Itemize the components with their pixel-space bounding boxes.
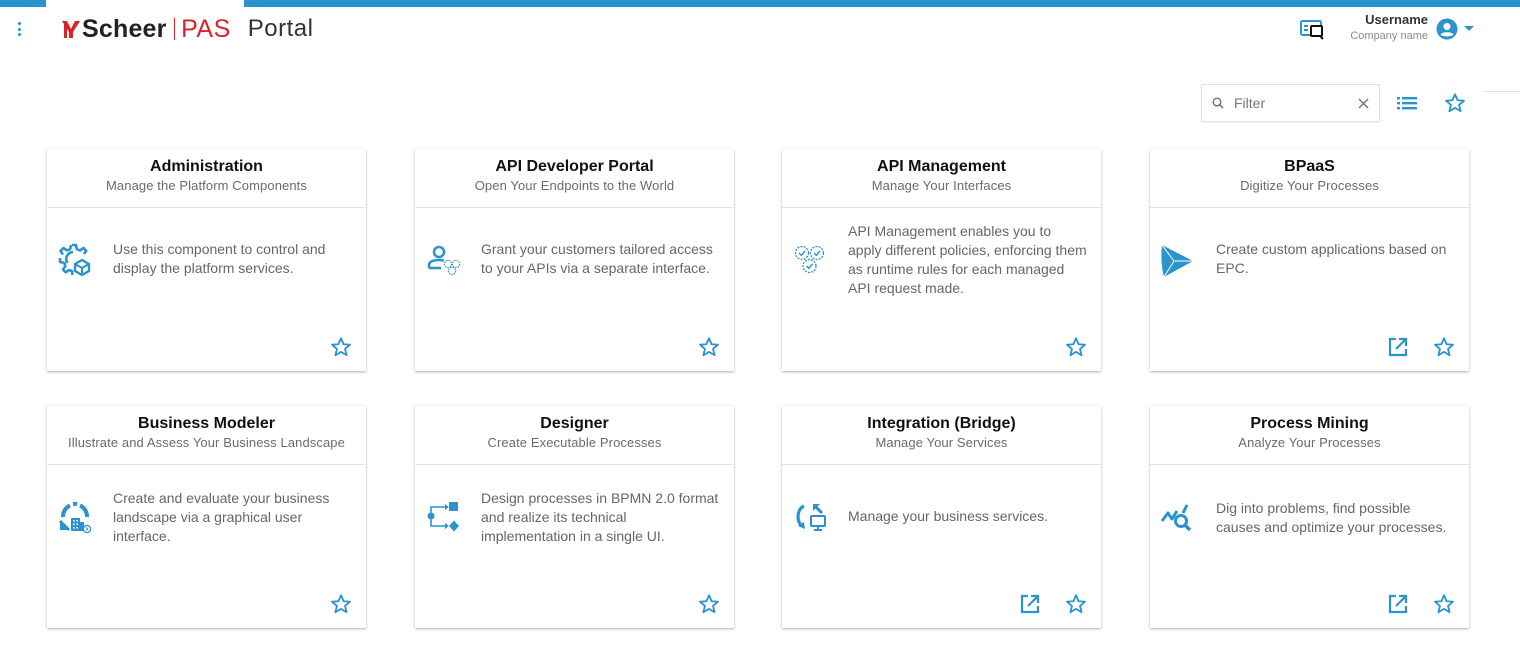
brand-logo: Scheer PAS Portal — [62, 14, 313, 44]
top-accent-bar-right — [244, 0, 1520, 7]
card-header: Process Mining Analyze Your Processes — [1150, 406, 1469, 465]
card-process-mining[interactable]: Process Mining Analyze Your Processes Di… — [1150, 406, 1469, 628]
sync-monitor-icon — [796, 504, 826, 531]
card-description: Dig into problems, find possible causes … — [1216, 500, 1447, 535]
filter-input[interactable] — [1234, 95, 1344, 111]
brand-product: PAS — [181, 14, 231, 43]
card-description: API Management enables you to apply diff… — [848, 223, 1087, 296]
card-subtitle: Manage the Platform Components — [106, 178, 307, 193]
card-title: Business Modeler — [138, 415, 275, 432]
app-title: Portal — [247, 15, 314, 42]
brand-separator — [173, 18, 176, 40]
card-subtitle: Manage Your Interfaces — [871, 178, 1012, 193]
favorite-star-icon[interactable] — [330, 336, 352, 358]
card-title: Process Mining — [1250, 415, 1369, 432]
kebab-menu-icon[interactable] — [14, 20, 24, 38]
card-subtitle: Open Your Endpoints to the World — [474, 178, 675, 193]
card-description: Use this component to control and displa… — [113, 241, 326, 276]
user-info[interactable]: Username Company name — [1340, 12, 1428, 44]
search-icon — [1212, 97, 1224, 109]
card-description: Create custom applications based on EPC. — [1216, 241, 1447, 276]
favorite-star-icon[interactable] — [1433, 593, 1455, 615]
favorite-star-icon[interactable] — [1065, 336, 1087, 358]
card-title: Administration — [150, 158, 263, 175]
card-title: Integration (Bridge) — [867, 415, 1016, 432]
card-title: API Developer Portal — [495, 158, 654, 175]
card-header: Administration Manage the Platform Compo… — [47, 149, 366, 208]
card-description: Manage your business services. — [848, 508, 1048, 524]
favorite-star-icon[interactable] — [1065, 593, 1087, 615]
card-subtitle: Digitize Your Processes — [1240, 178, 1379, 193]
card-subtitle: Illustrate and Assess Your Business Land… — [68, 435, 345, 450]
user-gears-icon — [427, 245, 461, 276]
card-business-modeler[interactable]: Business Modeler Illustrate and Assess Y… — [47, 406, 366, 628]
card-description: Grant your customers tailored access to … — [481, 241, 713, 276]
favorite-star-icon[interactable] — [698, 593, 720, 615]
card-header: Business Modeler Illustrate and Assess Y… — [47, 406, 366, 465]
favorite-star-icon[interactable] — [330, 593, 352, 615]
card-header: API Developer Portal Open Your Endpoints… — [415, 149, 734, 208]
list-view-icon[interactable] — [1396, 94, 1418, 112]
card-header: Designer Create Executable Processes — [415, 406, 734, 465]
scheer-logo-mark-icon — [62, 21, 80, 38]
top-accent-bar-left — [0, 0, 46, 7]
favorite-star-icon[interactable] — [1433, 336, 1455, 358]
card-administration[interactable]: Administration Manage the Platform Compo… — [47, 149, 366, 371]
card-header: BPaaS Digitize Your Processes — [1150, 149, 1469, 208]
account-circle-icon[interactable] — [1436, 18, 1458, 40]
star-outline-icon[interactable] — [1444, 92, 1466, 114]
user-name: Username — [1365, 12, 1428, 27]
bpaas-prism-icon — [1161, 244, 1193, 278]
toolbar-divider — [1484, 91, 1520, 92]
open-in-new-icon[interactable] — [1020, 594, 1040, 614]
card-description: Design processes in BPMN 2.0 format and … — [481, 490, 719, 544]
card-header: API Management Manage Your Interfaces — [782, 149, 1101, 208]
card-subtitle: Create Executable Processes — [487, 435, 662, 450]
card-bpaas[interactable]: BPaaS Digitize Your Processes Create cus… — [1150, 149, 1469, 371]
favorite-star-icon[interactable] — [698, 336, 720, 358]
filter-field[interactable] — [1201, 84, 1380, 122]
gear-cube-icon — [58, 243, 91, 277]
card-subtitle: Manage Your Services — [875, 435, 1008, 450]
card-header: Integration (Bridge) Manage Your Service… — [782, 406, 1101, 465]
policy-gears-icon — [794, 245, 825, 274]
card-subtitle: Analyze Your Processes — [1238, 435, 1381, 450]
open-in-new-icon[interactable] — [1388, 337, 1408, 357]
card-designer[interactable]: Designer Create Executable Processes Des… — [415, 406, 734, 628]
process-flow-icon — [427, 502, 459, 532]
close-icon — [1358, 97, 1369, 109]
card-title: Designer — [540, 415, 609, 432]
card-integration-bridge[interactable]: Integration (Bridge) Manage Your Service… — [782, 406, 1101, 628]
chart-search-icon — [1160, 504, 1192, 532]
card-title: API Management — [877, 158, 1006, 175]
card-api-management[interactable]: API Management Manage Your Interfaces AP… — [782, 149, 1101, 371]
open-in-new-icon[interactable] — [1388, 594, 1408, 614]
user-company: Company name — [1350, 30, 1428, 42]
clear-filter-button[interactable] — [1358, 97, 1369, 109]
cycle-building-icon — [58, 501, 92, 534]
card-title: BPaaS — [1284, 158, 1335, 175]
inbox-icon[interactable] — [1300, 19, 1326, 41]
card-description: Create and evaluate your business landsc… — [113, 490, 330, 544]
brand-name: Scheer — [82, 14, 167, 43]
card-api-developer-portal[interactable]: API Developer Portal Open Your Endpoints… — [415, 149, 734, 371]
caret-down-icon[interactable] — [1464, 26, 1474, 31]
